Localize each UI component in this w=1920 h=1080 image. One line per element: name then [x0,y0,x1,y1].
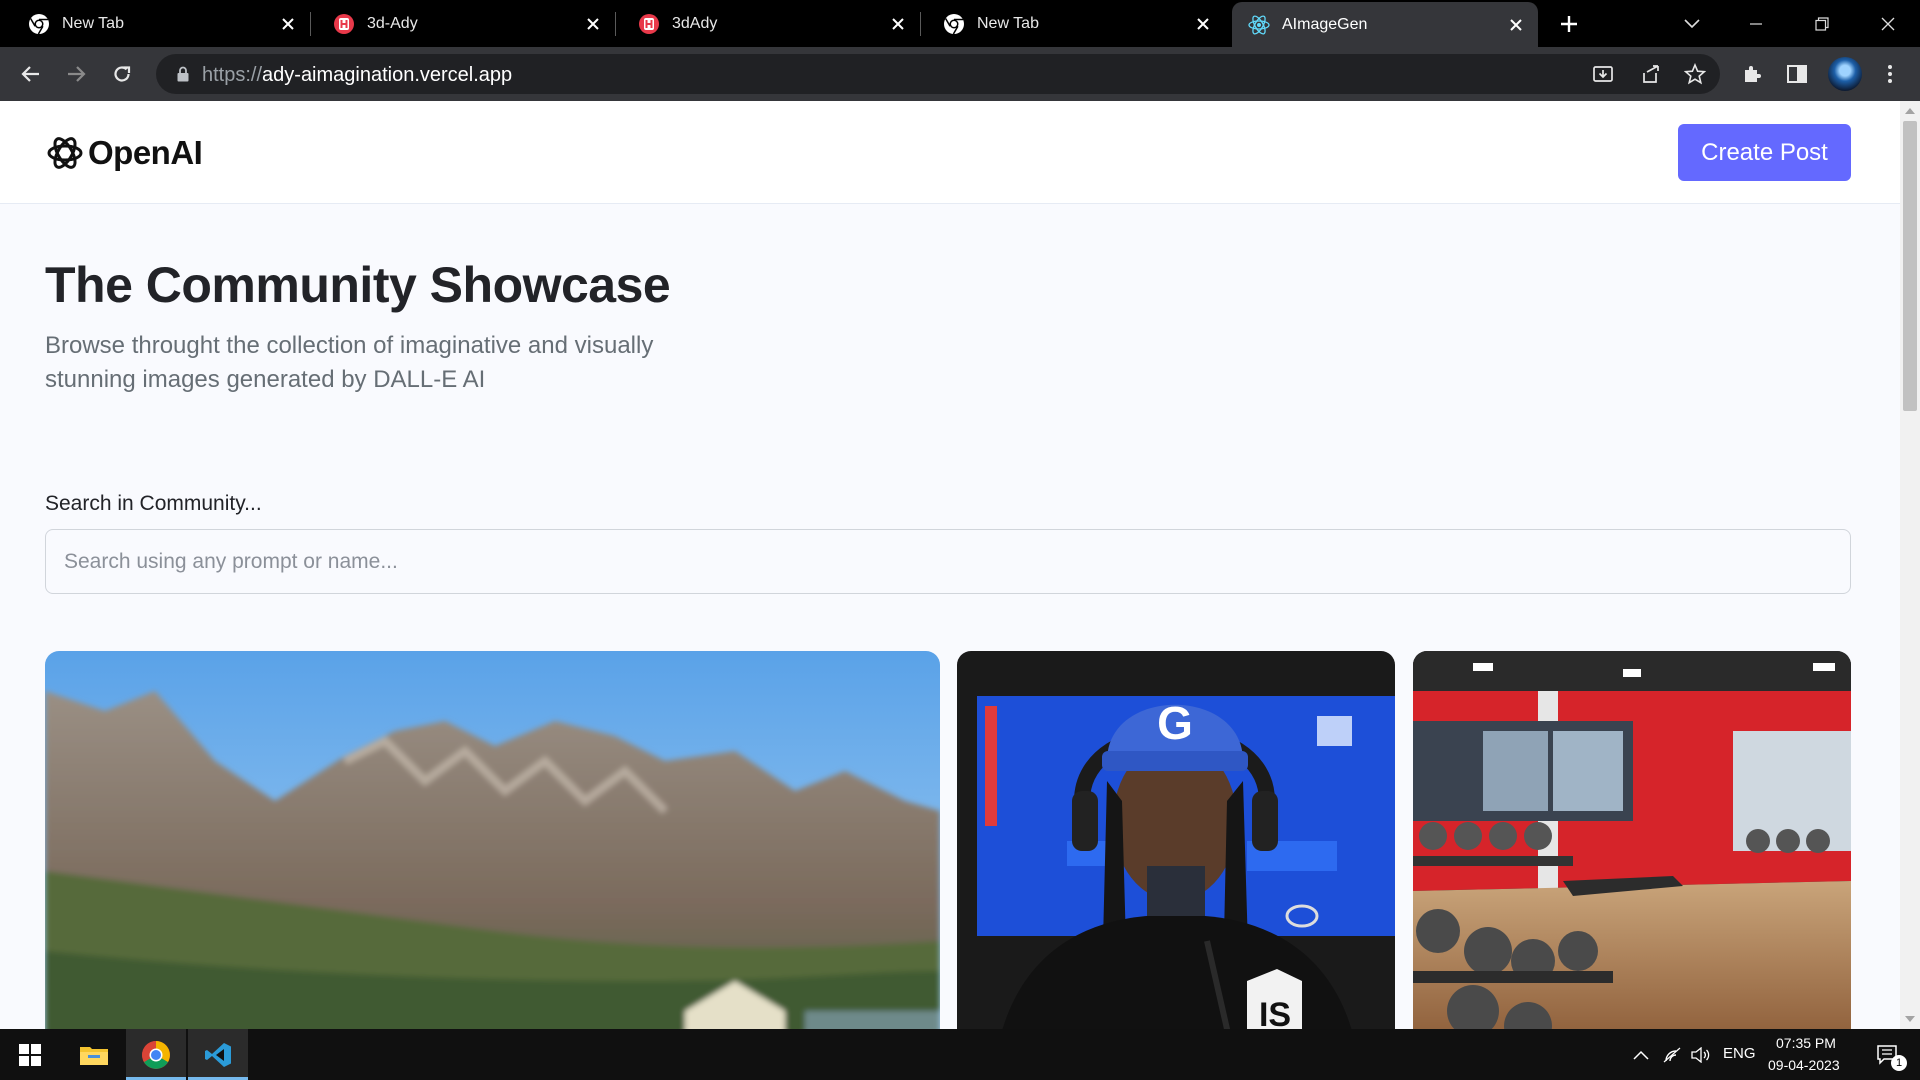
page-viewport: OpenAI Create Post The Community Showcas… [0,101,1900,1029]
browser-tab[interactable]: New Tab [915,0,1225,47]
openai-logo[interactable]: OpenAI [45,133,203,173]
close-tab-icon[interactable] [884,10,912,38]
clock-time[interactable]: 07:35 PM [1776,1035,1836,1051]
tab-title: New Tab [62,14,124,32]
lock-icon [174,65,192,83]
logo-text: OpenAI [88,134,203,171]
file-explorer-icon[interactable] [64,1029,124,1080]
red-h-icon [333,13,355,35]
forward-arrow-icon[interactable] [60,58,92,90]
volume-icon[interactable] [1688,1029,1712,1080]
page-scrollbar[interactable] [1900,101,1920,1029]
search-input[interactable] [45,529,1851,594]
red-h-icon [638,13,660,35]
share-icon[interactable] [1634,58,1666,90]
notification-center-icon[interactable]: 1 [1866,1029,1910,1080]
url-scheme: https:// [202,64,263,86]
browser-tab[interactable]: New Tab [0,0,311,47]
tab-title: 3dAdy [672,14,718,32]
side-panel-icon[interactable] [1781,58,1813,90]
browser-tab[interactable]: 3d-Ady [305,0,616,47]
scroll-up-arrow-icon[interactable] [1904,105,1916,117]
browser-tab[interactable]: 3dAdy [610,0,921,47]
close-tab-icon[interactable] [1189,10,1217,38]
windows-start-icon[interactable] [0,1029,60,1080]
browser-toolbar: https://ady-aimagination.vercel.app [0,47,1920,101]
url-text: https://ady-aimagination.vercel.app [202,64,512,87]
rapper-in-blue-cap-image: G IS [957,651,1395,1029]
scrollbar-thumb[interactable] [1903,121,1917,411]
close-tab-icon[interactable] [1502,11,1530,39]
tab-title: 3d-Ady [367,14,418,32]
wifi-icon[interactable] [1660,1029,1684,1080]
browser-tab-active[interactable]: AImageGen [1232,2,1538,47]
profile-avatar[interactable] [1828,57,1862,91]
notification-count-badge: 1 [1891,1055,1907,1071]
svg-text:G: G [1157,697,1193,749]
browser-tab-strip: New Tab 3d-Ady 3dAdy New Tab AImageGen [0,0,1920,47]
search-label: Search in Community... [45,492,262,515]
gallery-card[interactable]: G IS [957,651,1395,1029]
svg-text:IS: IS [1259,996,1291,1029]
show-hidden-icons-chevron-icon[interactable] [1628,1029,1654,1080]
vscode-icon[interactable] [188,1029,248,1080]
windows-taskbar: ENG 07:35 PM 09-04-2023 1 [0,1029,1920,1080]
chrome-taskbar-icon[interactable] [126,1029,186,1080]
mountain-landscape-image [45,651,940,1029]
bookmark-star-icon[interactable] [1679,58,1711,90]
site-header: OpenAI Create Post [0,101,1900,204]
page-subtitle: Browse throught the collection of imagin… [45,332,654,393]
kebab-menu-icon[interactable] [1874,58,1906,90]
back-arrow-icon[interactable] [15,58,47,90]
tab-search-icon[interactable] [1676,8,1708,40]
close-window-icon[interactable] [1872,8,1904,40]
create-post-button[interactable]: Create Post [1678,124,1851,181]
scroll-down-arrow-icon[interactable] [1904,1013,1916,1025]
close-tab-icon[interactable] [274,10,302,38]
close-tab-icon[interactable] [579,10,607,38]
gallery-card[interactable] [45,651,940,1029]
minimize-icon[interactable] [1740,8,1772,40]
page-title: The Community Showcase [45,257,671,313]
reload-icon[interactable] [106,58,138,90]
chrome-icon [28,13,50,35]
chrome-icon [943,13,965,35]
tab-title: New Tab [977,14,1039,32]
gallery-card[interactable] [1413,651,1851,1029]
url-host: ady-aimagination.vercel.app [262,64,513,86]
react-icon [1248,14,1270,36]
new-tab-icon[interactable] [1553,8,1585,40]
clock-date[interactable]: 09-04-2023 [1768,1057,1840,1073]
extensions-puzzle-icon[interactable] [1736,58,1768,90]
gym-interior-image [1413,651,1851,1029]
tab-title: AImageGen [1282,15,1368,33]
install-app-icon[interactable] [1587,58,1619,90]
language-indicator[interactable]: ENG [1723,1045,1756,1062]
openai-logo-icon [47,137,83,169]
address-bar[interactable]: https://ady-aimagination.vercel.app [156,54,1720,94]
restore-icon[interactable] [1806,8,1838,40]
